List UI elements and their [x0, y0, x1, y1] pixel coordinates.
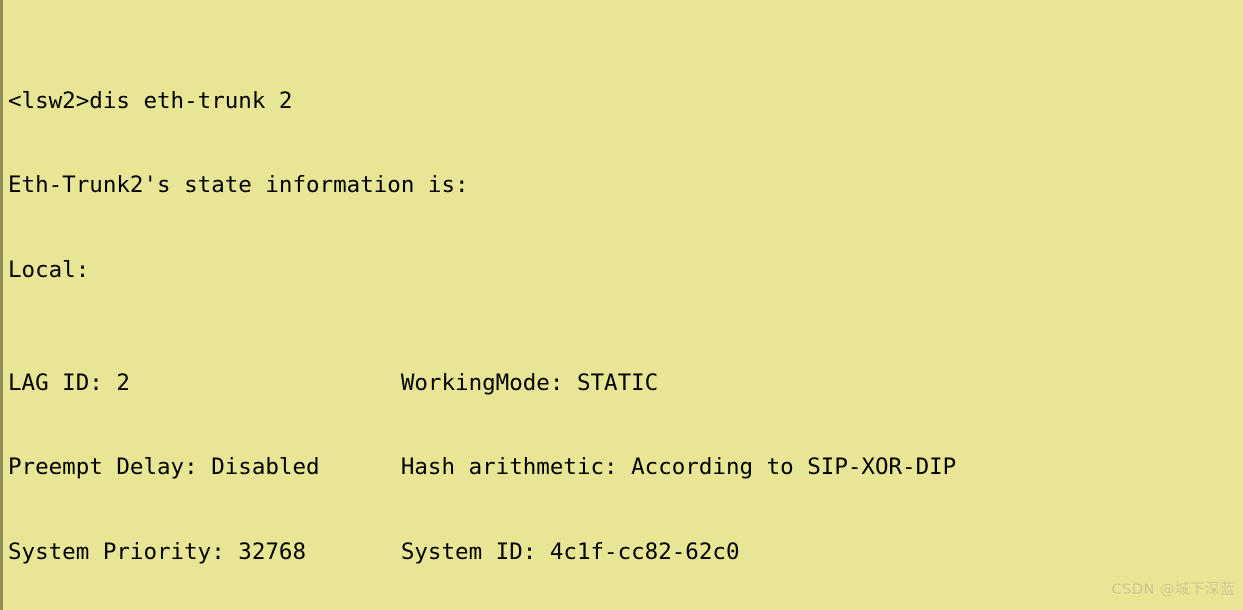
- terminal-window[interactable]: <lsw2>dis eth-trunk 2 Eth-Trunk2's state…: [0, 0, 1243, 610]
- local-section-label: Local:: [8, 256, 90, 283]
- watermark: CSDN @城下深蓝: [1111, 581, 1235, 598]
- local-info-row-system-priority: System Priority: 32768 System ID: 4c1f-c…: [8, 538, 740, 565]
- local-info-row-lag-id: LAG ID: 2 WorkingMode: STATIC: [8, 369, 659, 396]
- local-info-row-preempt-delay: Preempt Delay: Disabled Hash arithmetic:…: [8, 454, 957, 481]
- terminal-screen[interactable]: <lsw2>dis eth-trunk 2 Eth-Trunk2's state…: [8, 2, 1243, 610]
- title-line: Eth-Trunk2's state information is:: [8, 172, 469, 199]
- command-line: <lsw2>dis eth-trunk 2: [8, 87, 293, 114]
